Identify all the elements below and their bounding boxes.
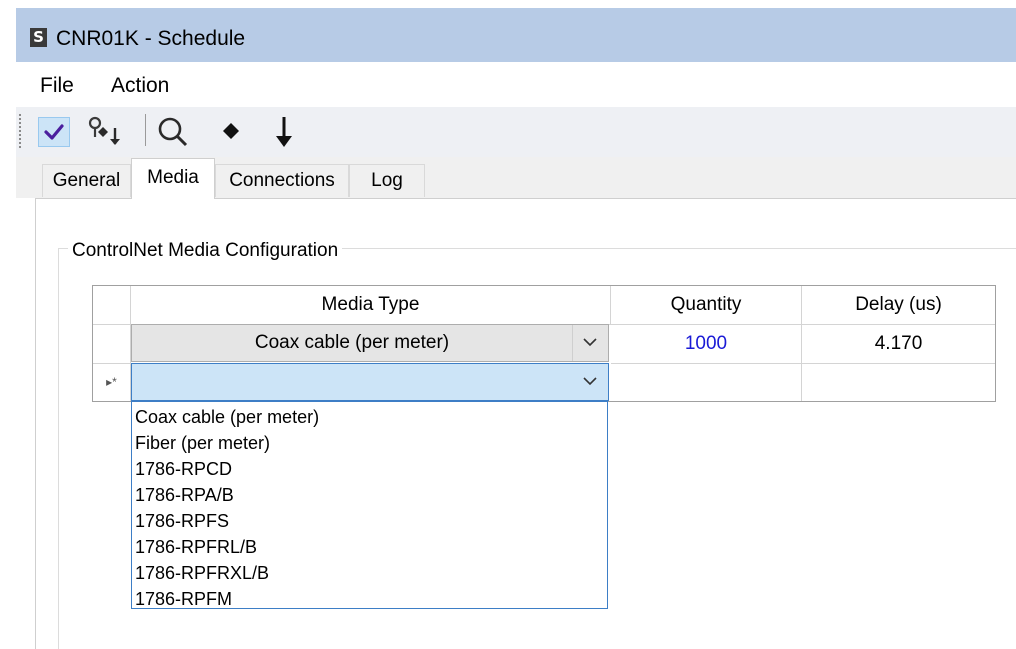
- search-icon: [158, 117, 188, 147]
- download-arrow-icon: [276, 117, 292, 147]
- delay-cell-new[interactable]: [802, 364, 995, 401]
- row-header[interactable]: [93, 325, 131, 364]
- tab-log[interactable]: Log: [349, 164, 425, 197]
- toolbar-separator: [145, 114, 146, 146]
- tab-connections[interactable]: Connections: [215, 164, 349, 197]
- group-title: ControlNet Media Configuration: [68, 239, 343, 263]
- dropdown-option-coax[interactable]: Coax cable (per meter): [135, 404, 319, 430]
- network-key-button[interactable]: [86, 114, 120, 148]
- dropdown-option-rpab[interactable]: 1786-RPA/B: [135, 482, 234, 508]
- new-media-type-combobox[interactable]: [131, 363, 609, 401]
- toolbar-grip[interactable]: [19, 114, 21, 148]
- grid-corner: [93, 286, 131, 325]
- quantity-cell[interactable]: 1000: [611, 325, 802, 364]
- dropdown-option-rpcd[interactable]: 1786-RPCD: [135, 456, 232, 482]
- menu-action[interactable]: Action: [111, 74, 169, 98]
- chevron-down-icon[interactable]: [579, 370, 601, 392]
- app-logo-icon: S: [30, 28, 47, 47]
- dropdown-option-rpfrl[interactable]: 1786-RPFRL/B: [135, 534, 257, 560]
- search-button[interactable]: [155, 114, 189, 148]
- media-type-dropdown-list: Coax cable (per meter) Fiber (per meter)…: [131, 401, 608, 609]
- menu-file[interactable]: File: [40, 74, 74, 98]
- media-type-value: Coax cable (per meter): [254, 332, 450, 353]
- diamond-icon: [223, 123, 239, 139]
- diamond-button[interactable]: [214, 114, 248, 148]
- tab-media[interactable]: Media: [131, 158, 215, 199]
- download-button[interactable]: [266, 114, 300, 148]
- verify-button[interactable]: [38, 117, 70, 147]
- media-type-combobox[interactable]: Coax cable (per meter): [131, 324, 609, 362]
- dropdown-option-rpfm[interactable]: 1786-RPFM: [135, 586, 232, 612]
- network-key-icon: [88, 116, 120, 145]
- column-header-media-type[interactable]: Media Type: [131, 286, 611, 325]
- delay-cell[interactable]: 4.170: [802, 325, 995, 364]
- chevron-down-icon[interactable]: [579, 331, 601, 353]
- combobox-divider: [572, 325, 573, 361]
- dropdown-option-fiber[interactable]: Fiber (per meter): [135, 430, 270, 456]
- column-header-delay[interactable]: Delay (us): [802, 286, 995, 325]
- window-title: CNR01K - Schedule: [56, 27, 246, 50]
- dropdown-option-rpfrxl[interactable]: 1786-RPFRXL/B: [135, 560, 269, 586]
- new-row-marker[interactable]: ▸*: [93, 364, 131, 401]
- checkmark-icon: [44, 124, 64, 140]
- quantity-cell-new[interactable]: [611, 364, 802, 401]
- column-header-quantity[interactable]: Quantity: [611, 286, 802, 325]
- dropdown-option-rpfs[interactable]: 1786-RPFS: [135, 508, 229, 534]
- tab-general[interactable]: General: [42, 164, 131, 197]
